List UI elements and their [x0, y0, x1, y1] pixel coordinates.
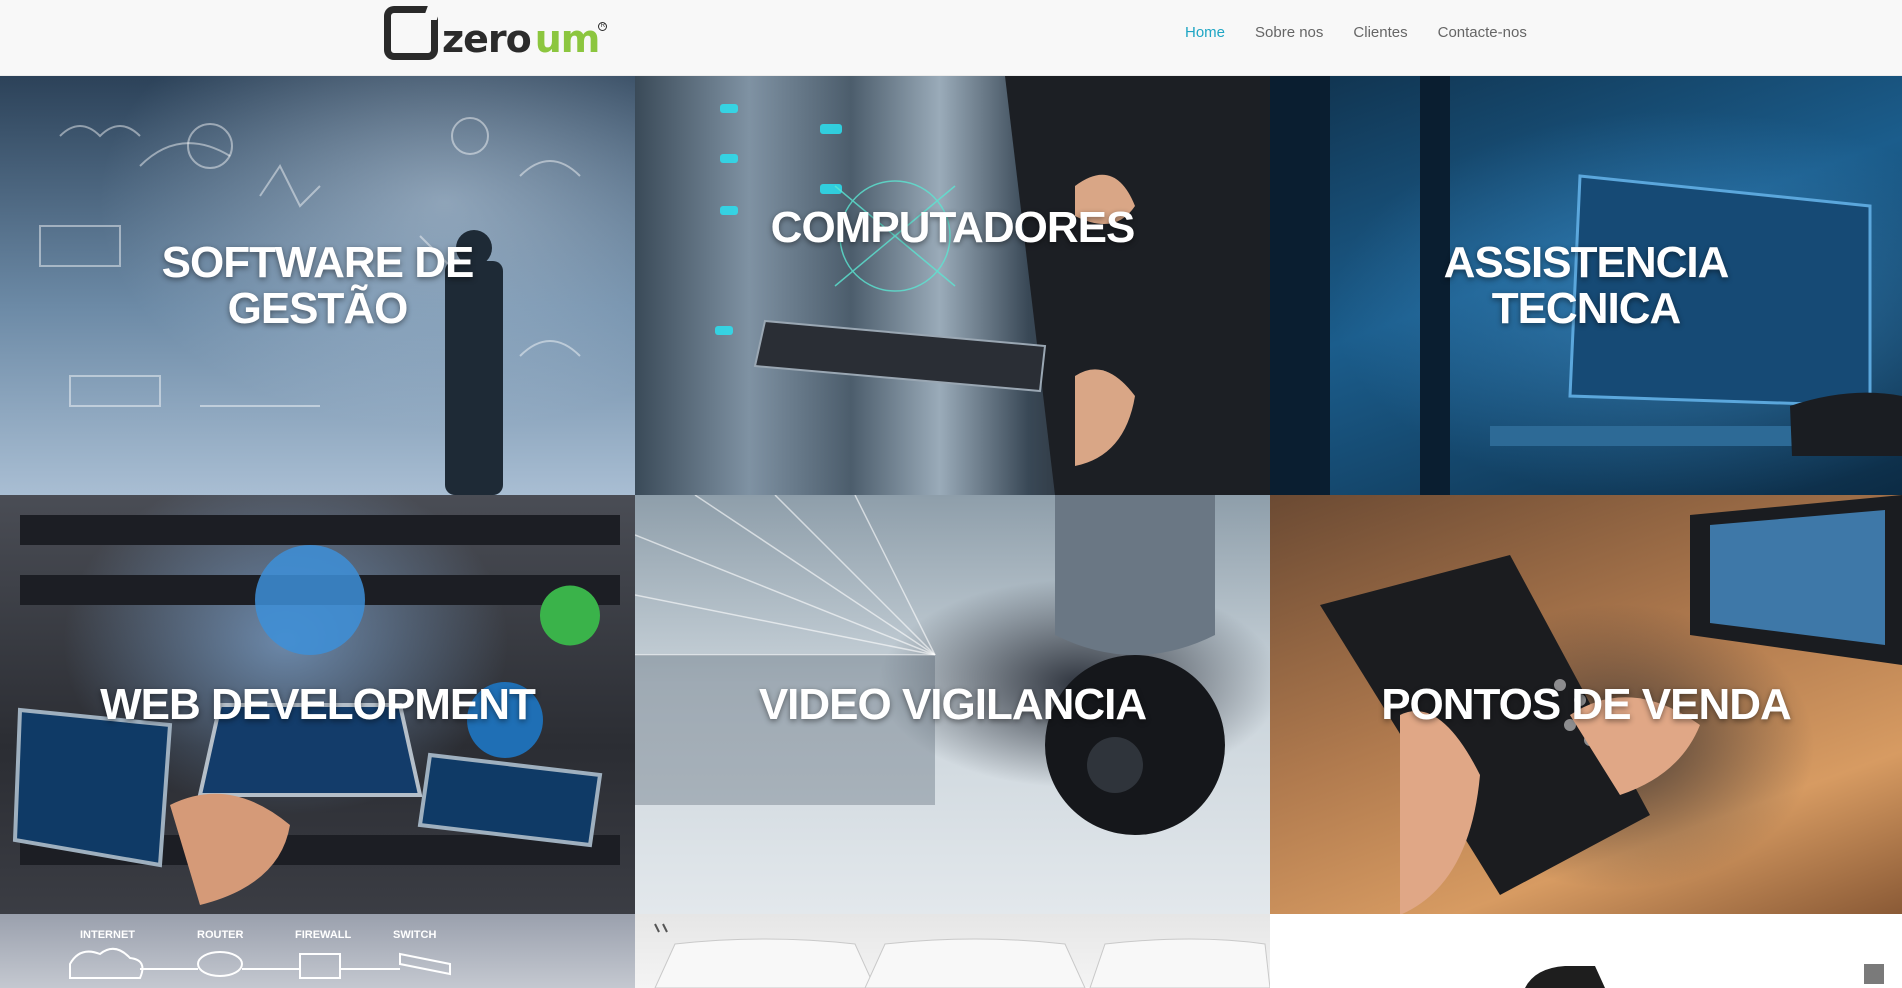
- nav-item-home[interactable]: Home: [1185, 24, 1225, 42]
- network-diagram-decoration: INTERNET ROUTER FIREWALL SWITCH: [69, 929, 451, 979]
- tile-caption: SOFTWARE DE GESTÃO: [161, 237, 475, 333]
- header-bar: zero um R Home Sobre nos Clientes Contac…: [0, 0, 1902, 76]
- nav-item-sobre-nos[interactable]: Sobre nos: [1255, 24, 1323, 42]
- tile-keyboard[interactable]: [635, 914, 1270, 988]
- tile-caption: COMPUTADORES: [770, 203, 1136, 252]
- logo-text-zero: zero: [442, 17, 532, 61]
- main-navigation: Home Sobre nos Clientes Contacte-nos: [1185, 24, 1557, 42]
- brand-logo[interactable]: zero um R: [384, 2, 608, 61]
- tile-assistencia-tecnica[interactable]: ASSISTENCIA TECNICA: [1270, 76, 1902, 495]
- tile-caption: VIDEO VIGILANCIA: [758, 679, 1147, 729]
- nav-item-clientes[interactable]: Clientes: [1353, 24, 1407, 42]
- nav-item-contacte-nos[interactable]: Contacte-nos: [1438, 24, 1527, 42]
- logo-partial-decoration: [1525, 966, 1605, 988]
- keyboard-decoration: [654, 923, 1270, 988]
- tile-caption: ASSISTENCIA TECNICA: [1443, 237, 1730, 333]
- network-label-router: ROUTER: [197, 929, 244, 941]
- tile-software-de-gestao[interactable]: SOFTWARE DE GESTÃO: [0, 76, 635, 495]
- logo-mark-icon: [384, 6, 438, 60]
- tile-web-development[interactable]: WEB DEVELOPMENT: [0, 495, 635, 914]
- tile-computadores[interactable]: COMPUTADORES: [635, 76, 1270, 495]
- scroll-to-top-icon[interactable]: [1864, 964, 1884, 984]
- tile-logo[interactable]: [1270, 914, 1902, 988]
- tile-video-vigilancia[interactable]: VIDEO VIGILANCIA: [635, 495, 1270, 914]
- network-label-switch: SWITCH: [393, 929, 436, 941]
- network-label-internet: INTERNET: [80, 929, 135, 941]
- logo-text-um: um: [534, 17, 601, 61]
- tile-caption: WEB DEVELOPMENT: [100, 679, 536, 729]
- registered-mark-icon: R: [598, 22, 608, 31]
- network-label-firewall: FIREWALL: [295, 929, 351, 941]
- tile-pontos-de-venda[interactable]: PONTOS DE VENDA: [1270, 495, 1902, 914]
- tile-caption: PONTOS DE VENDA: [1381, 679, 1792, 729]
- tile-network[interactable]: INTERNET ROUTER FIREWALL SWITCH: [0, 914, 635, 988]
- servers-tablet-decoration: [715, 76, 1270, 495]
